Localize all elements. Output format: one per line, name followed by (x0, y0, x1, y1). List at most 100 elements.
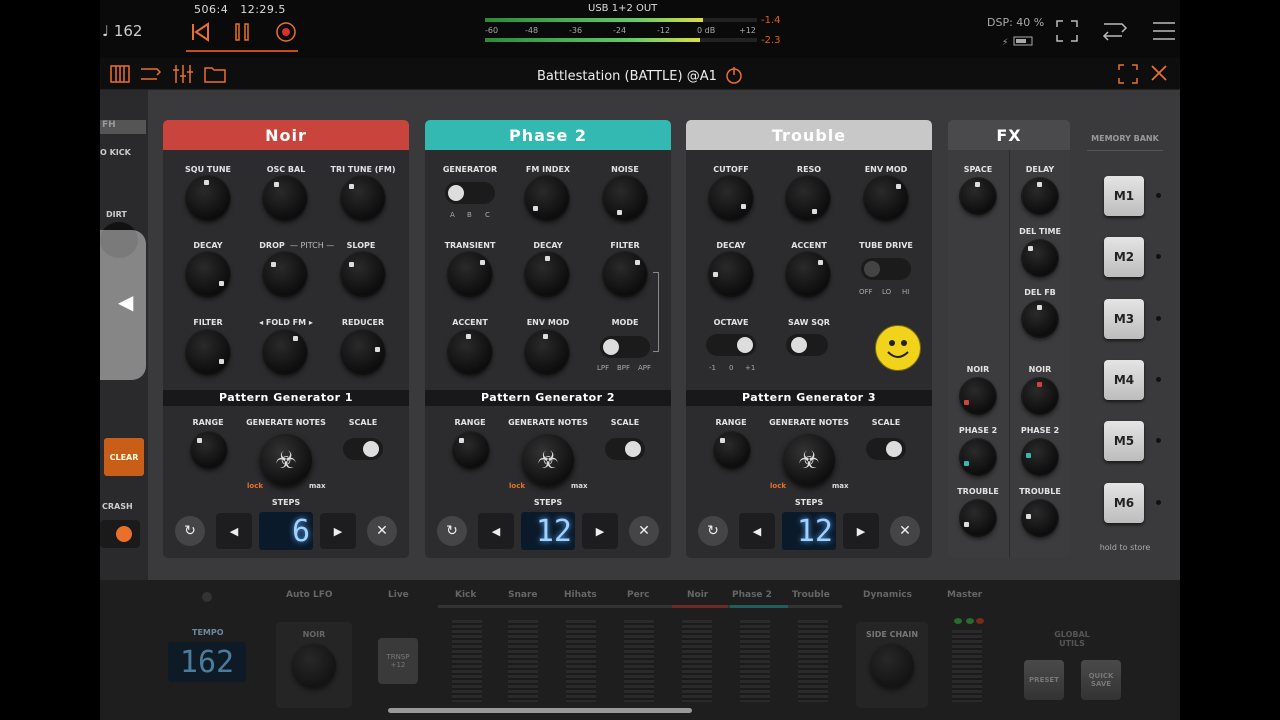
octave-toggle[interactable] (706, 334, 756, 356)
pause-button[interactable] (228, 18, 256, 46)
scale-toggle[interactable] (866, 438, 906, 460)
power-icon[interactable] (725, 66, 743, 84)
scale-toggle[interactable] (605, 438, 645, 460)
biohazard-generate-button[interactable]: ☣ (783, 434, 835, 486)
squ-tune-knob[interactable] (186, 176, 230, 220)
del-time-knob[interactable] (1022, 240, 1058, 276)
scale-label: SCALE (348, 418, 378, 427)
arrow-left-icon: ◀ (229, 524, 239, 538)
memory-slot-m5[interactable]: M5 (1104, 421, 1144, 461)
trouble-send-knob[interactable] (960, 500, 996, 536)
filter-knob[interactable] (186, 330, 230, 374)
memory-slot-m2[interactable]: M2 (1104, 237, 1144, 277)
osc-bal-knob[interactable] (263, 176, 307, 220)
filter-knob[interactable] (603, 252, 647, 296)
range-knob[interactable] (714, 432, 750, 468)
clear-pattern-button[interactable]: ✕ (367, 516, 397, 546)
scale-toggle[interactable] (343, 438, 383, 460)
range-knob[interactable] (453, 432, 489, 468)
tri-tune-knob[interactable] (341, 176, 385, 220)
routing-icon[interactable] (1102, 18, 1130, 48)
memory-slot-m3[interactable]: M3 (1104, 299, 1144, 339)
accent-knob[interactable] (448, 330, 492, 374)
reset-button[interactable]: ↻ (437, 516, 467, 546)
left-drum-strip: FH O KICK DIRT ◀ CLEAR CRASH (100, 90, 148, 580)
tab-phase2[interactable]: Phase 2 (732, 590, 772, 600)
del-fb-knob[interactable] (1022, 301, 1058, 337)
tempo-display[interactable]: 162 (168, 642, 246, 682)
cutoff-knob[interactable] (709, 176, 753, 220)
tab-master[interactable]: Master (947, 590, 982, 600)
fullscreen-icon[interactable] (1056, 20, 1078, 46)
expand-icon[interactable] (1118, 64, 1138, 84)
phase2-delay-knob[interactable] (1022, 439, 1058, 475)
crash-toggle[interactable] (100, 520, 140, 548)
noir-send-knob[interactable] (960, 378, 996, 414)
menu-icon[interactable] (1153, 20, 1175, 46)
clear-button[interactable]: CLEAR (104, 438, 144, 476)
tab-perc[interactable]: Perc (627, 590, 649, 600)
reso-knob[interactable] (786, 176, 830, 220)
tube-drive-toggle[interactable] (861, 258, 911, 280)
steps-increase-button[interactable]: ▶ (582, 513, 618, 549)
tab-hihats[interactable]: Hihats (564, 590, 597, 600)
record-button[interactable] (272, 18, 300, 46)
tab-kick[interactable]: Kick (455, 590, 476, 600)
mode-toggle[interactable] (600, 336, 650, 358)
trouble-delay-knob[interactable] (1022, 500, 1058, 536)
clear-pattern-button[interactable]: ✕ (890, 516, 920, 546)
tempo-readout[interactable]: ♩ 162 (102, 22, 142, 40)
fold-fm-knob[interactable] (263, 330, 307, 374)
collapse-panel-tab[interactable]: ◀ (100, 230, 146, 380)
reset-button[interactable]: ↻ (175, 516, 205, 546)
range-knob[interactable] (191, 432, 227, 468)
reducer-knob[interactable] (341, 330, 385, 374)
generator-toggle[interactable] (445, 182, 495, 204)
tab-live[interactable]: Live (388, 590, 409, 600)
delay-knob[interactable] (1022, 178, 1058, 214)
slope-knob[interactable] (341, 252, 385, 296)
memory-slot-m1[interactable]: M1 (1104, 176, 1144, 216)
space-knob[interactable] (960, 178, 996, 214)
steps-increase-button[interactable]: ▶ (320, 513, 356, 549)
noir-delay-knob[interactable] (1022, 378, 1058, 414)
lfo-knob[interactable] (292, 644, 336, 688)
home-indicator[interactable] (388, 708, 692, 713)
phase2-send-knob[interactable] (960, 439, 996, 475)
drop-knob[interactable] (263, 252, 307, 296)
biohazard-generate-button[interactable]: ☣ (522, 434, 574, 486)
noise-knob[interactable] (603, 176, 647, 220)
tab-trouble[interactable]: Trouble (792, 590, 830, 600)
quick-save-button[interactable]: QUICK SAVE (1081, 660, 1121, 700)
tab-snare[interactable]: Snare (508, 590, 538, 600)
steps-decrease-button[interactable]: ◀ (739, 513, 775, 549)
preset-button[interactable]: PRESET (1024, 660, 1064, 700)
tab-auto-lfo[interactable]: Auto LFO (286, 590, 333, 600)
accent-knob[interactable] (786, 252, 830, 296)
waveform-toggle[interactable] (786, 334, 828, 356)
close-icon[interactable] (1150, 64, 1168, 82)
decay-knob[interactable] (709, 252, 753, 296)
steps-decrease-button[interactable]: ◀ (216, 513, 252, 549)
decay-knob[interactable] (525, 252, 569, 296)
tab-dynamics[interactable]: Dynamics (863, 590, 912, 600)
rewind-button[interactable] (186, 18, 214, 46)
transpose-button[interactable]: TRNSP +12 (378, 638, 418, 684)
memory-slot-m4[interactable]: M4 (1104, 360, 1144, 400)
steps-increase-button[interactable]: ▶ (843, 513, 879, 549)
reset-button[interactable]: ↻ (698, 516, 728, 546)
transient-knob[interactable] (448, 252, 492, 296)
smiley-icon[interactable] (875, 325, 921, 371)
side-chain-knob[interactable] (870, 644, 914, 688)
env-mod-knob[interactable] (525, 330, 569, 374)
decay-knob[interactable] (186, 252, 230, 296)
tab-noir[interactable]: Noir (687, 590, 708, 600)
biohazard-generate-button[interactable]: ☣ (260, 434, 312, 486)
steps-decrease-button[interactable]: ◀ (478, 513, 514, 549)
clear-pattern-button[interactable]: ✕ (629, 516, 659, 546)
steps-display: 12 (782, 512, 836, 550)
knob-label: ◂ FOLD FM ▸ (259, 318, 313, 327)
env-mod-knob[interactable] (864, 176, 908, 220)
fm-index-knob[interactable] (525, 176, 569, 220)
memory-slot-m6[interactable]: M6 (1104, 483, 1144, 523)
